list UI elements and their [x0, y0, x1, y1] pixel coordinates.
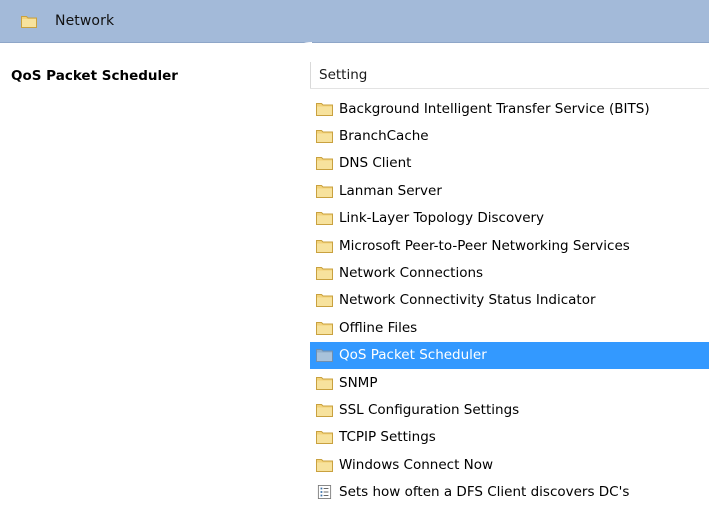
folder-icon	[316, 102, 333, 116]
list-item[interactable]: SSL Configuration Settings	[310, 396, 709, 423]
folder-icon	[316, 458, 333, 472]
list-item-label: Network Connectivity Status Indicator	[339, 292, 596, 309]
list-item-label: Offline Files	[339, 319, 418, 336]
pane-tab-curve	[282, 42, 312, 54]
folder-icon	[316, 431, 333, 445]
list-item-label: TCPIP Settings	[339, 429, 436, 446]
list-item[interactable]: Network Connectivity Status Indicator	[310, 287, 709, 314]
list-item[interactable]: SNMP	[310, 369, 709, 396]
folder-icon	[316, 267, 333, 281]
settings-list: Background Intelligent Transfer Service …	[310, 95, 709, 506]
list-item[interactable]: Link-Layer Topology Discovery	[310, 205, 709, 232]
list-item[interactable]: QoS Packet Scheduler	[310, 341, 709, 369]
list-item[interactable]: Background Intelligent Transfer Service …	[310, 95, 709, 122]
folder-icon	[316, 294, 333, 308]
list-item[interactable]: BranchCache	[310, 122, 709, 149]
folder-icon	[316, 239, 333, 253]
policy-setting-icon	[317, 485, 332, 500]
folder-icon	[316, 349, 333, 363]
list-item-label: Sets how often a DFS Client discovers DC…	[339, 484, 630, 501]
list-item[interactable]: Network Connections	[310, 259, 709, 286]
folder-icon	[316, 321, 333, 335]
list-item-label: DNS Client	[339, 155, 412, 172]
header-bar: Network	[0, 0, 709, 43]
folder-icon	[316, 184, 333, 198]
list-item-label: Network Connections	[339, 265, 484, 282]
list-item[interactable]: TCPIP Settings	[310, 424, 709, 451]
list-item-label: Microsoft Peer-to-Peer Networking Servic…	[339, 237, 630, 254]
list-item-label: QoS Packet Scheduler	[339, 347, 487, 364]
column-header-setting[interactable]: Setting	[310, 62, 709, 89]
list-item-label: Lanman Server	[339, 182, 442, 199]
folder-icon	[316, 403, 333, 417]
list-item-label: Windows Connect Now	[339, 456, 494, 473]
left-pane: QoS Packet Scheduler	[0, 43, 298, 504]
folder-icon	[316, 376, 333, 390]
column-header-label: Setting	[319, 67, 368, 83]
list-item[interactable]: DNS Client	[310, 150, 709, 177]
list-item[interactable]: Offline Files	[310, 314, 709, 341]
list-item[interactable]: Lanman Server	[310, 177, 709, 204]
list-item-label: Background Intelligent Transfer Service …	[339, 100, 650, 117]
list-item-label: SSL Configuration Settings	[339, 401, 520, 418]
list-item-label: SNMP	[339, 374, 378, 391]
list-item[interactable]: Microsoft Peer-to-Peer Networking Servic…	[310, 232, 709, 259]
folder-icon	[316, 130, 333, 144]
folder-icon	[21, 16, 37, 28]
folder-icon	[316, 212, 333, 226]
folder-icon	[316, 157, 333, 171]
list-item-label: Link-Layer Topology Discovery	[339, 210, 545, 227]
column-divider	[310, 62, 311, 88]
header-title: Network	[55, 13, 115, 29]
list-item-label: BranchCache	[339, 128, 429, 145]
list-item[interactable]: Sets how often a DFS Client discovers DC…	[310, 478, 709, 505]
selected-node-title: QoS Packet Scheduler	[11, 68, 178, 84]
list-item[interactable]: Windows Connect Now	[310, 451, 709, 478]
